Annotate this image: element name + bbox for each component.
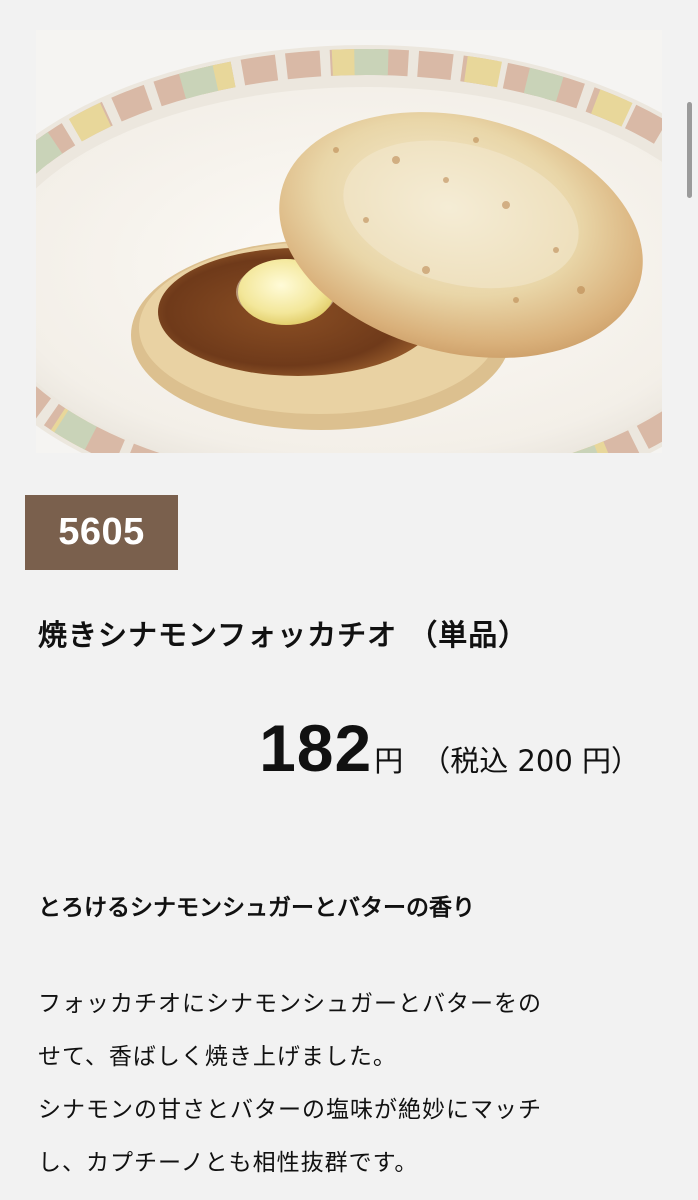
price-value: 182	[259, 711, 373, 785]
price-unit: 円	[374, 744, 404, 778]
product-code-badge: 5605	[25, 495, 178, 570]
scrollbar[interactable]	[687, 102, 692, 198]
product-tagline: とろけるシナモンシュガーとバターの香り	[38, 895, 475, 921]
description-line: フォッカチオにシナモンシュガーとバターをの	[38, 991, 542, 1017]
description-line: シナモンの甘さとバターの塩味が絶妙にマッチ	[38, 1097, 542, 1123]
description-line: せて、香ばしく焼き上げました。	[38, 1044, 397, 1070]
product-name: 焼きシナモンフォッカチオ （単品）	[38, 618, 529, 652]
description-line: し、カプチーノとも相性抜群です。	[38, 1150, 419, 1176]
product-description: フォッカチオにシナモンシュガーとバターをの せて、香ばしく焼き上げました。 シナ…	[38, 978, 658, 1190]
price-tax-included: （税込 200 円）	[421, 744, 640, 778]
product-photo	[36, 30, 662, 453]
price-row: 182 円 （税込 200 円）	[259, 710, 640, 786]
